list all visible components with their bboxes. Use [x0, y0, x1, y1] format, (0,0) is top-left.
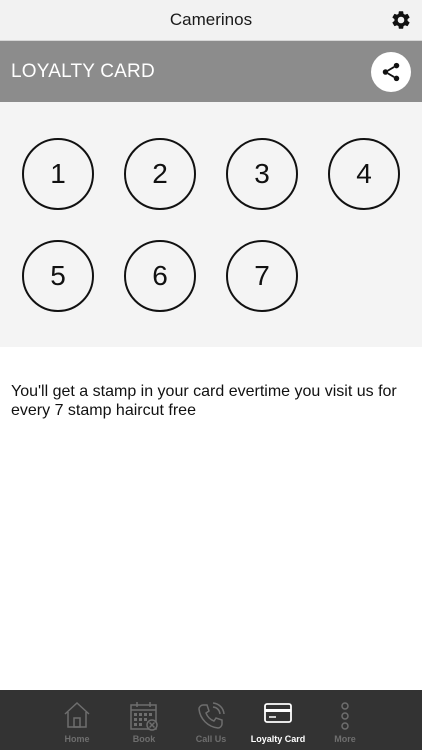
tab-label-home: Home — [64, 734, 90, 744]
stamp-7: 7 — [226, 240, 298, 312]
tab-home[interactable]: Home — [42, 690, 112, 750]
app-title: Camerinos — [169, 10, 253, 29]
navigation-bar: Camerinos — [0, 0, 422, 41]
stamp-2: 2 — [124, 138, 196, 210]
home-icon — [64, 701, 90, 728]
gear-icon[interactable] — [390, 9, 412, 31]
tab-bar: Home Book Call Us Loyalty Card More — [0, 690, 422, 750]
card-icon — [264, 703, 292, 723]
stamp-1: 1 — [22, 138, 94, 210]
tab-label-loyalty-card: Loyalty Card — [250, 734, 306, 744]
tab-loyalty-card[interactable]: Loyalty Card — [243, 690, 313, 750]
stamp-3: 3 — [226, 138, 298, 210]
more-icon — [341, 702, 349, 730]
calendar-icon — [130, 702, 158, 731]
stamp-5: 5 — [22, 240, 94, 312]
share-icon — [382, 62, 400, 82]
stamp-6: 6 — [124, 240, 196, 312]
page-header: LOYALTY CARD — [0, 41, 422, 102]
tab-book[interactable]: Book — [109, 690, 179, 750]
tab-more[interactable]: More — [310, 690, 380, 750]
share-button[interactable] — [371, 52, 411, 92]
loyalty-description: You'll get a stamp in your card evertime… — [11, 383, 397, 419]
phone-icon — [198, 702, 225, 729]
stamp-grid: 1 2 3 4 5 6 7 — [0, 102, 422, 347]
page-title: LOYALTY CARD — [11, 61, 155, 82]
tab-label-book: Book — [132, 734, 156, 744]
stamp-4: 4 — [328, 138, 400, 210]
tab-label-call-us: Call Us — [195, 734, 227, 744]
tab-call-us[interactable]: Call Us — [176, 690, 246, 750]
tab-label-more: More — [334, 734, 356, 744]
